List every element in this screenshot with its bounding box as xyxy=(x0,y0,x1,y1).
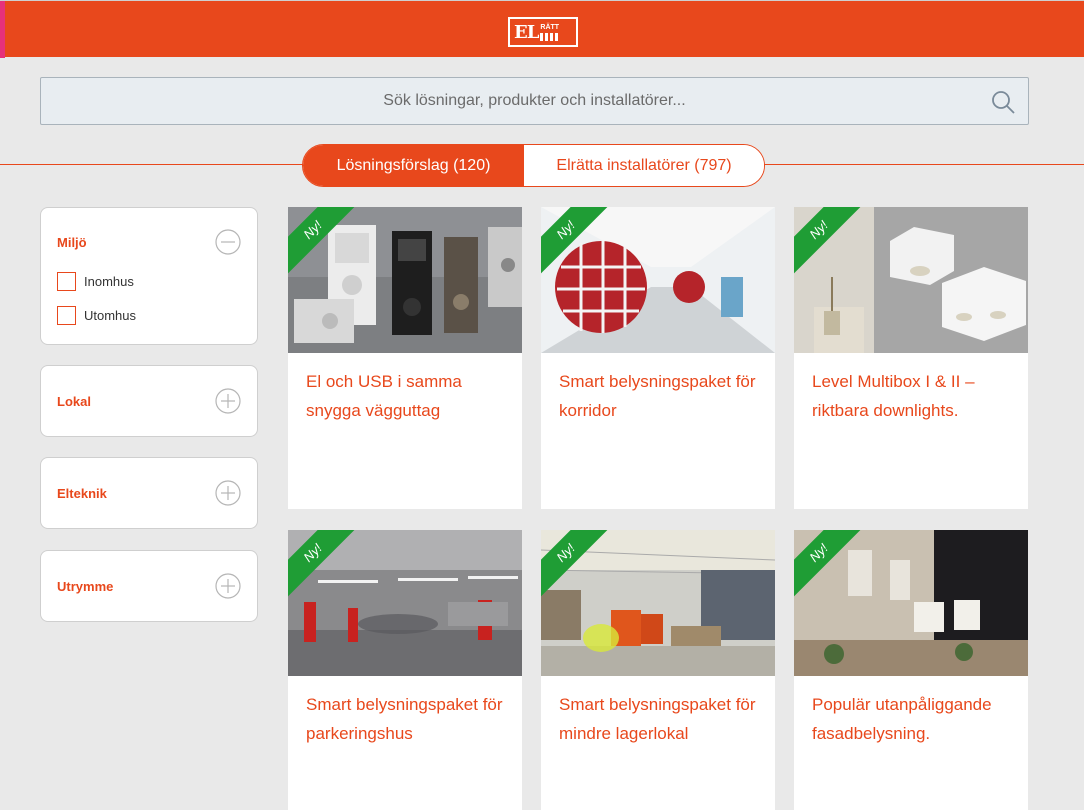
logo-sub-text: RÄTT xyxy=(540,23,560,31)
filter-title-miljo: Miljö xyxy=(57,235,87,250)
solution-card[interactable]: Ny! Smart belysningspaket för korridor xyxy=(541,207,775,509)
filter-title-utrymme: Utrymme xyxy=(57,579,114,594)
filter-elteknik[interactable]: Elteknik xyxy=(40,457,258,529)
logo-bars-icon xyxy=(540,32,559,41)
card-title[interactable]: El och USB i samma snygga vägguttag xyxy=(306,367,506,425)
filter-utrymme[interactable]: Utrymme xyxy=(40,550,258,622)
top-header-bar: EL RÄTT xyxy=(0,0,1084,58)
accent-strip xyxy=(0,1,5,58)
result-tabs: Lösningsförslag (120) Elrätta installatö… xyxy=(302,144,765,187)
filter-miljo: Miljö Inomhus Utomhus xyxy=(40,207,258,345)
collapse-minus-icon[interactable] xyxy=(215,229,241,255)
option-inomhus[interactable]: Inomhus xyxy=(57,272,134,291)
expand-plus-icon[interactable] xyxy=(215,388,241,414)
logo-main-text: EL xyxy=(514,21,539,43)
option-label-utomhus: Utomhus xyxy=(84,308,137,323)
option-utomhus[interactable]: Utomhus xyxy=(57,306,136,325)
card-title[interactable]: Smart belysningspaket för parkeringshus xyxy=(306,690,506,748)
option-label-inomhus: Inomhus xyxy=(84,274,134,289)
search-icon[interactable] xyxy=(990,89,1016,115)
expand-plus-icon[interactable] xyxy=(215,573,241,599)
search-input[interactable] xyxy=(41,78,1028,124)
filter-title-elteknik: Elteknik xyxy=(57,486,107,501)
tab-installatorer[interactable]: Elrätta installatörer (797) xyxy=(524,145,764,186)
elratt-logo[interactable]: EL RÄTT xyxy=(508,17,578,47)
filter-lokal[interactable]: Lokal xyxy=(40,365,258,437)
checkbox-inomhus[interactable] xyxy=(57,272,76,291)
solution-card[interactable]: Ny! El och USB i samma snygga vägguttag xyxy=(288,207,522,509)
card-title[interactable]: Level Multibox I & II – riktbara downlig… xyxy=(812,367,1012,425)
expand-plus-icon[interactable] xyxy=(215,480,241,506)
card-title[interactable]: Populär utanpåliggande fasadbelysning. xyxy=(812,690,1012,748)
tab-losningsforslag[interactable]: Lösningsförslag (120) xyxy=(303,145,524,186)
card-title[interactable]: Smart belysningspaket för mindre lagerlo… xyxy=(559,690,759,748)
solution-card[interactable]: Ny! Level Multibox I & II – riktbara dow… xyxy=(794,207,1028,509)
solution-card[interactable]: Ny! Populär utanpåliggande fasadbelysnin… xyxy=(794,530,1028,810)
solution-card[interactable]: Ny! Smart belysningspaket för mindre lag… xyxy=(541,530,775,810)
checkbox-utomhus[interactable] xyxy=(57,306,76,325)
solution-card[interactable]: Ny! Smart belysningspaket för parkerings… xyxy=(288,530,522,810)
search-bar xyxy=(40,77,1029,125)
card-title[interactable]: Smart belysningspaket för korridor xyxy=(559,367,759,425)
filter-title-lokal: Lokal xyxy=(57,394,91,409)
